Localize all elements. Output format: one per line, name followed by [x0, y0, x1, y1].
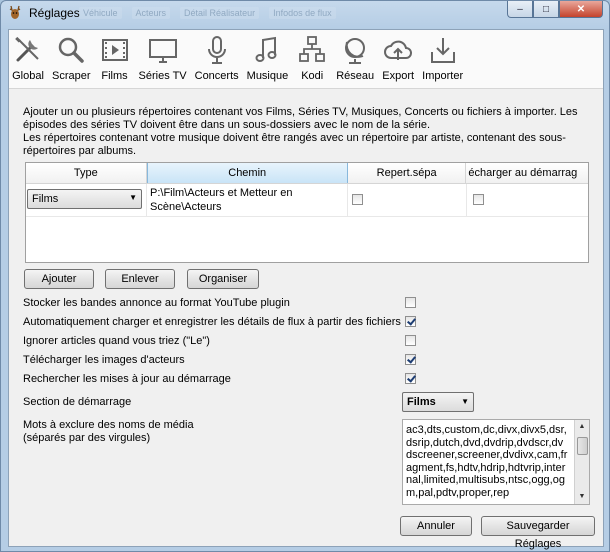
type-select[interactable]: Films ▼	[27, 189, 142, 209]
remove-button[interactable]: Enlever	[105, 269, 175, 289]
toolbar-reseau[interactable]: Réseau	[333, 30, 377, 88]
scroll-thumb[interactable]	[577, 437, 588, 455]
scroll-down-icon[interactable]: ▼	[575, 490, 589, 504]
music-note-icon	[255, 36, 277, 62]
toolbar-label: Kodi	[301, 70, 324, 82]
toolbar-export[interactable]: Export	[379, 30, 417, 88]
table-header: Type Chemin Repert.sépa écharger au déma…	[26, 163, 588, 184]
window-controls: – □ ✕	[507, 1, 603, 18]
cancel-button[interactable]: Annuler	[400, 516, 472, 536]
option-ignore-articles-checkbox[interactable]	[405, 335, 416, 346]
option-actor-images-checkbox[interactable]	[405, 354, 416, 365]
option-check-updates-checkbox[interactable]	[405, 373, 416, 384]
maximize-icon: □	[542, 3, 550, 15]
toolbar-label: Concerts	[194, 70, 239, 82]
description-line: Les répertoires contenant votre musique …	[23, 132, 566, 157]
option-stream-details-label: Automatiquement charger et enregistrer l…	[23, 316, 401, 328]
minimize-button[interactable]: –	[507, 1, 533, 18]
toolbar-scraper[interactable]: Scraper	[49, 30, 94, 88]
description-line: Ajouter un ou plusieurs répertoires cont…	[23, 106, 578, 131]
download-icon	[430, 38, 455, 63]
toolbar-musique[interactable]: Musique	[244, 30, 292, 88]
minimize-icon: –	[517, 3, 523, 15]
film-icon	[101, 39, 128, 61]
settings-content: Global Scraper Films Séries TV Concerts …	[8, 29, 604, 550]
settings-toolbar: Global Scraper Films Séries TV Concerts …	[9, 30, 603, 89]
app-deer-icon	[9, 5, 21, 19]
column-type[interactable]: Type	[26, 163, 147, 183]
magnifier-icon	[59, 37, 85, 63]
column-load-on-start[interactable]: écharger au démarrag	[466, 163, 588, 183]
window-title: Réglages	[29, 6, 80, 20]
option-ignore-articles-label: Ignorer articles quand vous triez ("Le")	[23, 335, 210, 347]
toolbar-global[interactable]: Global	[9, 30, 47, 88]
ghost-tab: Détail Réalisateur	[180, 7, 260, 19]
toolbar-label: Musique	[246, 70, 289, 82]
cloud-upload-icon	[384, 40, 413, 60]
ghost-tab: Véhicule	[79, 7, 122, 19]
save-settings-button[interactable]: Sauvegarder Réglages	[481, 516, 595, 550]
toolbar-concerts[interactable]: Concerts	[192, 30, 242, 88]
toolbar-kodi[interactable]: Kodi	[293, 30, 331, 88]
toolbar-importer[interactable]: Importer	[419, 30, 466, 88]
toolbar-films[interactable]: Films	[96, 30, 134, 88]
tools-icon	[15, 36, 39, 62]
column-separate[interactable]: Repert.sépa	[348, 163, 467, 183]
exclude-label-line: Mots à exclure des noms de média	[23, 419, 194, 431]
type-cell: Films ▼	[26, 184, 147, 216]
chevron-down-icon: ▼	[461, 397, 469, 406]
path-cell[interactable]: P:\Film\Acteurs et Metteur en Scène\Acte…	[147, 184, 348, 216]
folders-description: Ajouter un ou plusieurs répertoires cont…	[23, 106, 583, 158]
column-path[interactable]: Chemin	[146, 163, 348, 183]
separate-cell	[348, 184, 467, 216]
background-tabs: Véhicule Acteurs Détail Réalisateur Info…	[79, 7, 336, 19]
startup-section-label: Section de démarrage	[23, 396, 132, 408]
load-on-start-checkbox[interactable]	[473, 194, 484, 205]
option-check-updates-label: Rechercher les mises à jour au démarrage	[23, 373, 231, 385]
option-actor-images-label: Télécharger les images d'acteurs	[23, 354, 185, 366]
folders-table: Type Chemin Repert.sépa écharger au déma…	[25, 162, 589, 263]
exclude-label-line: (séparés par des virgules)	[23, 432, 151, 444]
option-youtube-trailers-label: Stocker les bandes annonce au format You…	[23, 297, 290, 309]
toolbar-label: Séries TV	[138, 70, 187, 82]
toolbar-series-tv[interactable]: Séries TV	[136, 30, 190, 88]
settings-window: Réglages Véhicule Acteurs Détail Réalisa…	[0, 0, 610, 552]
add-button[interactable]: Ajouter	[24, 269, 94, 289]
load-on-start-cell	[467, 184, 587, 216]
toolbar-label: Importer	[422, 70, 464, 82]
globe-icon	[345, 38, 366, 64]
maximize-button[interactable]: □	[533, 1, 559, 18]
exclude-scrollbar[interactable]: ▲ ▼	[574, 420, 589, 504]
network-boxes-icon	[299, 36, 326, 62]
startup-section-value: Films	[407, 396, 436, 408]
table-row[interactable]: Films ▼ P:\Film\Acteurs et Metteur en Sc…	[26, 184, 588, 217]
separate-checkbox[interactable]	[352, 194, 363, 205]
option-stream-details-checkbox[interactable]	[405, 316, 416, 327]
microphone-icon	[207, 36, 226, 64]
type-value: Films	[32, 193, 59, 205]
exclude-words-text: ac3,dts,custom,dc,divx,divx5,dsr,dsrip,d…	[406, 424, 568, 499]
organize-button[interactable]: Organiser	[187, 269, 259, 289]
option-youtube-trailers-checkbox[interactable]	[405, 297, 416, 308]
tv-icon	[148, 39, 177, 63]
startup-section-select[interactable]: Films ▼	[402, 392, 474, 412]
ghost-tab: Infodos de flux	[269, 7, 336, 19]
close-button[interactable]: ✕	[559, 1, 603, 18]
exclude-words-field[interactable]: ac3,dts,custom,dc,divx,divx5,dsr,dsrip,d…	[402, 419, 590, 505]
scroll-up-icon[interactable]: ▲	[575, 420, 589, 434]
title-bar[interactable]: Réglages Véhicule Acteurs Détail Réalisa…	[1, 1, 609, 25]
path-value: P:\Film\Acteurs et Metteur en Scène\Acte…	[150, 187, 293, 213]
exclude-words-label: Mots à exclure des noms de média (séparé…	[23, 419, 194, 445]
toolbar-label: Films	[101, 70, 128, 82]
close-icon: ✕	[576, 3, 586, 15]
toolbar-label: Export	[382, 70, 415, 82]
toolbar-label: Scraper	[52, 70, 91, 82]
chevron-down-icon: ▼	[129, 193, 137, 202]
toolbar-label: Réseau	[336, 70, 375, 82]
toolbar-label: Global	[12, 70, 44, 82]
ghost-tab: Acteurs	[131, 7, 171, 19]
